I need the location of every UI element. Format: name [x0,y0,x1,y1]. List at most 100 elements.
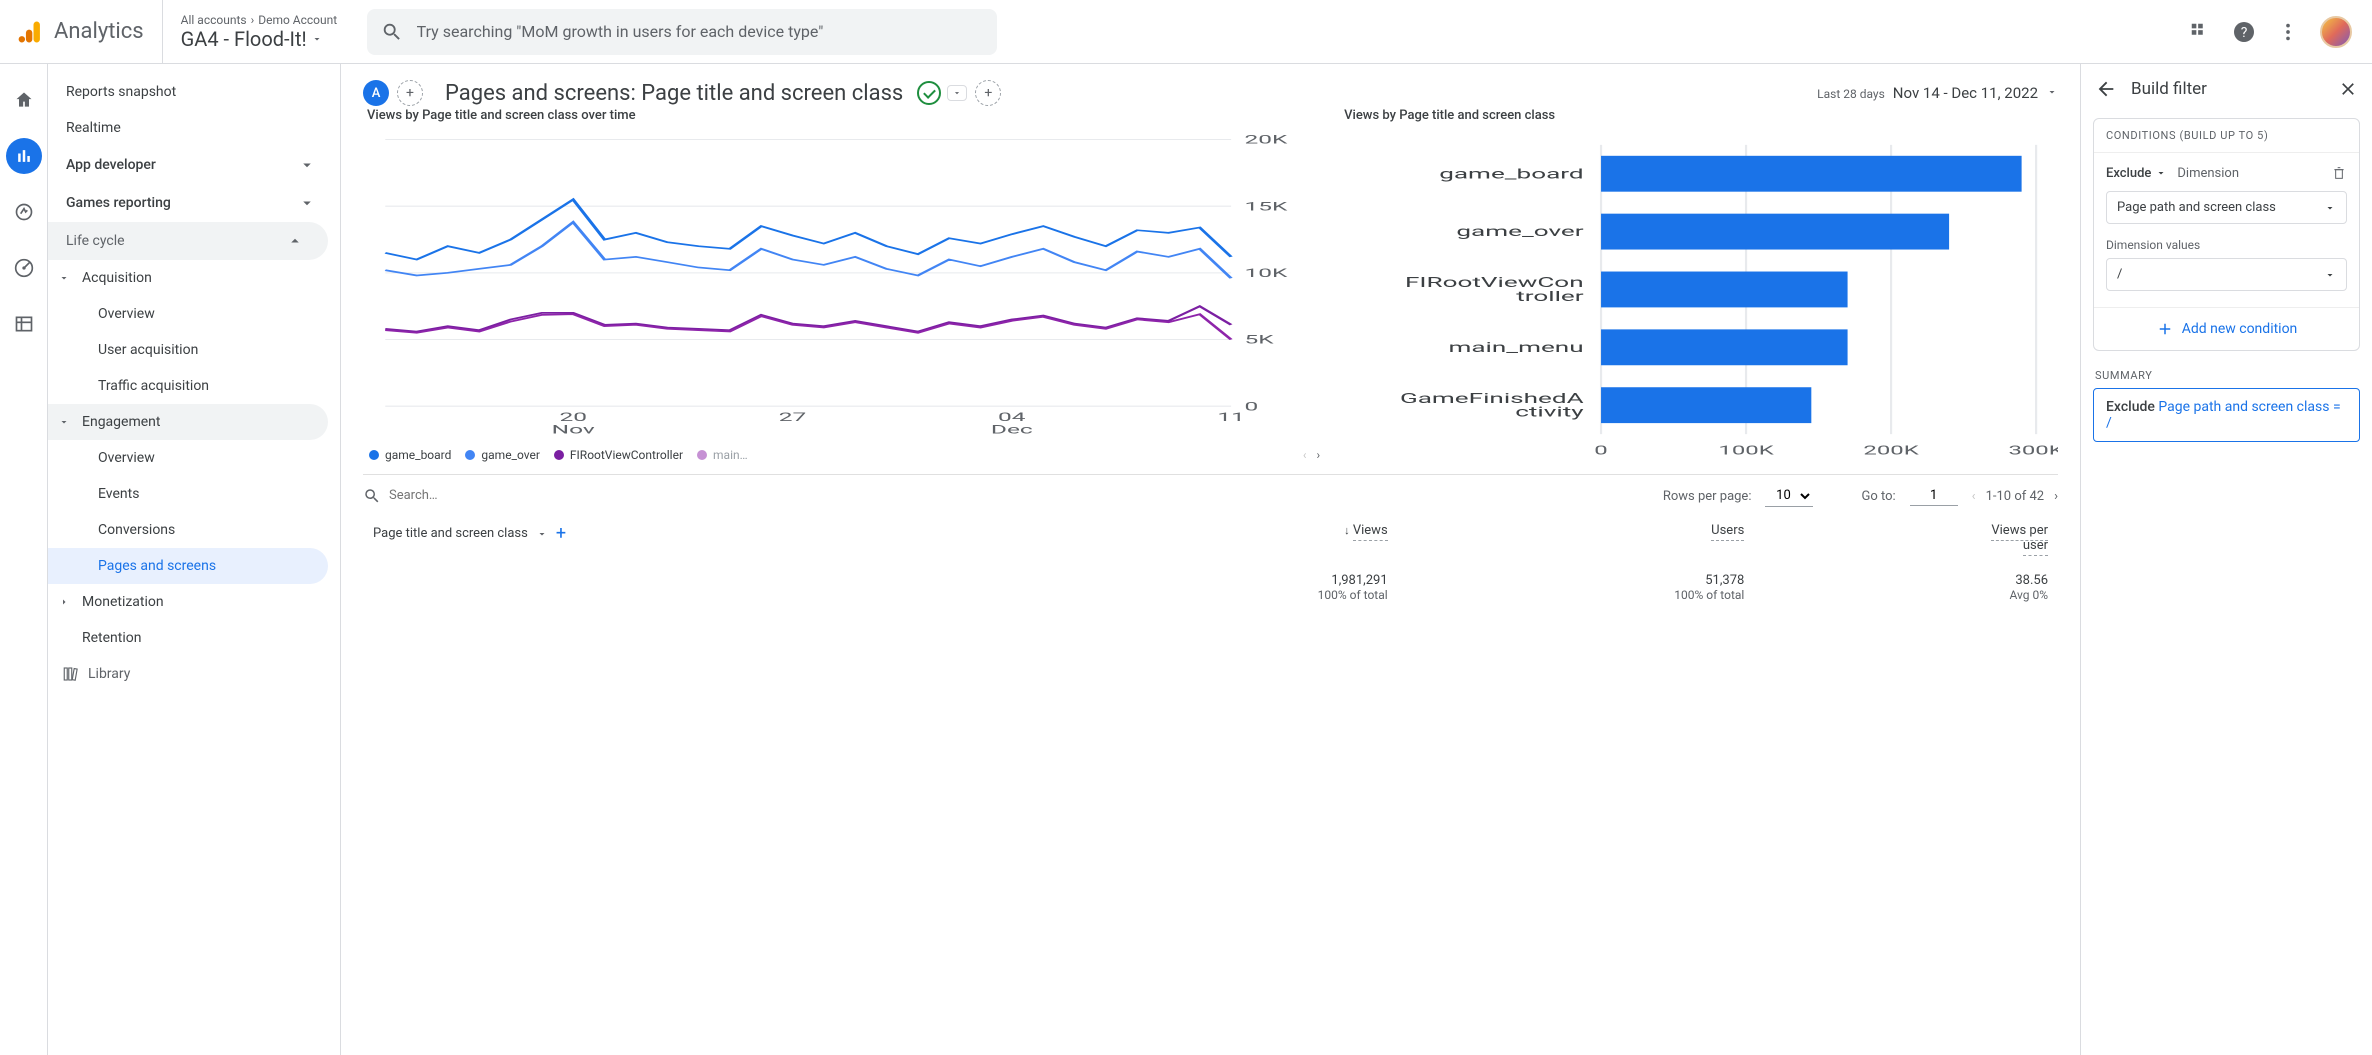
col-users[interactable]: Users [1711,523,1744,541]
chart1-title: Views by Page title and screen class ove… [367,108,1320,123]
svg-text:20K: 20K [1244,133,1287,147]
svg-text:Dec: Dec [991,423,1033,437]
report-header: A + Pages and screens: Page title and sc… [341,64,2080,108]
sort-desc-icon[interactable]: ↓ [1344,524,1350,537]
svg-text:5K: 5K [1244,333,1273,347]
account-switcher[interactable]: All accounts›Demo Account GA4 - Flood-It… [175,13,355,51]
svg-text:0: 0 [1594,443,1607,458]
chart-legend: game_board game_over FIRootViewControlle… [363,444,1320,468]
page-prev[interactable]: ‹ [1972,489,1976,504]
segment-chip[interactable]: A [363,80,389,106]
col-views[interactable]: Views [1353,523,1388,541]
svg-text:0: 0 [1244,400,1258,414]
rail-configure[interactable] [6,306,42,342]
data-table: Page title and screen class + ↓ Views Us… [363,513,2058,604]
summary-box: Exclude Page path and screen class = / [2093,388,2360,442]
avatar[interactable] [2320,16,2352,48]
nav-games-reporting[interactable]: Games reporting [48,184,340,222]
panel-title: Build filter [2131,79,2207,99]
nav-lifecycle[interactable]: Life cycle [48,222,328,260]
caret-right-icon [58,596,70,608]
rail-advertising[interactable] [6,250,42,286]
close-button[interactable] [2338,79,2358,99]
search-icon [381,21,403,43]
rows-per-page-select[interactable]: 10 [1765,485,1813,507]
property-dropdown[interactable]: GA4 - Flood-It! [181,27,355,51]
dimension-values-select[interactable]: / [2106,258,2347,291]
dim-header[interactable]: Page title and screen class [373,526,528,541]
nav-acq-traffic[interactable]: Traffic acquisition [48,368,340,404]
table-search-input[interactable] [389,488,509,504]
nav-monetization[interactable]: Monetization [48,584,340,620]
svg-text:main_menu: main_menu [1449,340,1584,356]
svg-text:?: ? [2241,25,2248,41]
rail-explore[interactable] [6,194,42,230]
table-totals-row: 1,981,291100% of total 51,378100% of tot… [363,557,2058,604]
goto-input[interactable] [1910,486,1958,506]
chevron-down-icon [298,156,316,174]
delete-condition-button[interactable] [2331,165,2347,181]
col-vpu[interactable]: Views peruser [1991,523,2048,556]
search-icon [363,487,381,505]
nav-eng-events[interactable]: Events [48,476,340,512]
arrow-down-icon [2324,269,2336,281]
svg-text:11: 11 [1217,410,1244,424]
dimension-select[interactable]: Page path and screen class [2106,191,2347,224]
nav-acq-overview[interactable]: Overview [48,296,340,332]
chevron-down-icon[interactable] [536,528,548,540]
more-icon[interactable] [2276,20,2300,44]
logo-box: Analytics [16,0,163,63]
help-icon[interactable]: ? [2232,20,2256,44]
nav-app-developer[interactable]: App developer [48,146,340,184]
back-button[interactable] [2095,78,2117,100]
condition-type-dropdown[interactable]: Exclude [2106,166,2167,181]
date-range-picker[interactable]: Last 28 days Nov 14 - Dec 11, 2022 [1817,84,2058,102]
plus-icon [2156,320,2174,338]
add-condition-button[interactable]: Add new condition [2094,307,2359,350]
status-dropdown[interactable] [947,85,967,101]
svg-text:300K: 300K [2009,443,2058,458]
nav-acquisition[interactable]: Acquisition [48,260,340,296]
caret-down-icon [58,272,70,284]
legend-prev[interactable]: ‹ [1303,448,1307,462]
apps-icon[interactable] [2188,20,2212,44]
nav-eng-pages[interactable]: Pages and screens [48,548,328,584]
search-input[interactable]: Try searching "MoM growth in users for e… [367,9,997,55]
add-dimension-button[interactable]: + [556,523,566,544]
breadcrumb: All accounts›Demo Account [181,13,355,27]
nav-retention[interactable]: Retention [48,620,340,656]
nav-acq-user[interactable]: User acquisition [48,332,340,368]
topbar: Analytics All accounts›Demo Account GA4 … [0,0,2372,64]
svg-text:200K: 200K [1864,443,1919,458]
library-icon [62,665,80,683]
report-area: A + Pages and screens: Page title and sc… [341,64,2080,1055]
left-nav: Reports snapshot Realtime App developer … [48,64,341,1055]
nav-library[interactable]: Library [48,656,340,692]
nav-engagement[interactable]: Engagement [48,404,328,440]
chevron-down-icon [2046,86,2058,98]
dim-values-label: Dimension values [2094,232,2359,254]
add-comparison-button[interactable]: + [975,80,1001,106]
arrow-down-icon [2155,167,2167,179]
filter-panel: Build filter CONDITIONS (BUILD UP TO 5) … [2080,64,2372,1055]
svg-text:15K: 15K [1244,200,1287,214]
rail-home[interactable] [6,82,42,118]
summary-label: SUMMARY [2093,351,2360,388]
add-segment-button[interactable]: + [397,80,423,106]
top-icons: ? [2188,16,2356,48]
chevron-up-icon [286,232,304,250]
page-next[interactable]: › [2054,489,2058,504]
nav-eng-conversions[interactable]: Conversions [48,512,340,548]
table-controls: Rows per page: 10 Go to: ‹ 1-10 of 42 › [363,474,2058,513]
status-ok-icon[interactable] [917,81,941,105]
rail-reports[interactable] [6,138,42,174]
chart2-title: Views by Page title and screen class [1344,108,2058,123]
svg-text:game_over: game_over [1457,224,1584,240]
page-range: 1-10 of 42 [1986,489,2045,504]
legend-next[interactable]: › [1317,448,1321,462]
svg-text:10K: 10K [1244,266,1287,280]
nav-eng-overview[interactable]: Overview [48,440,340,476]
line-chart: 05K10K15K20K20Nov2704Dec11 [363,129,1320,444]
nav-reports-snapshot[interactable]: Reports snapshot [48,74,340,110]
nav-realtime[interactable]: Realtime [48,110,340,146]
